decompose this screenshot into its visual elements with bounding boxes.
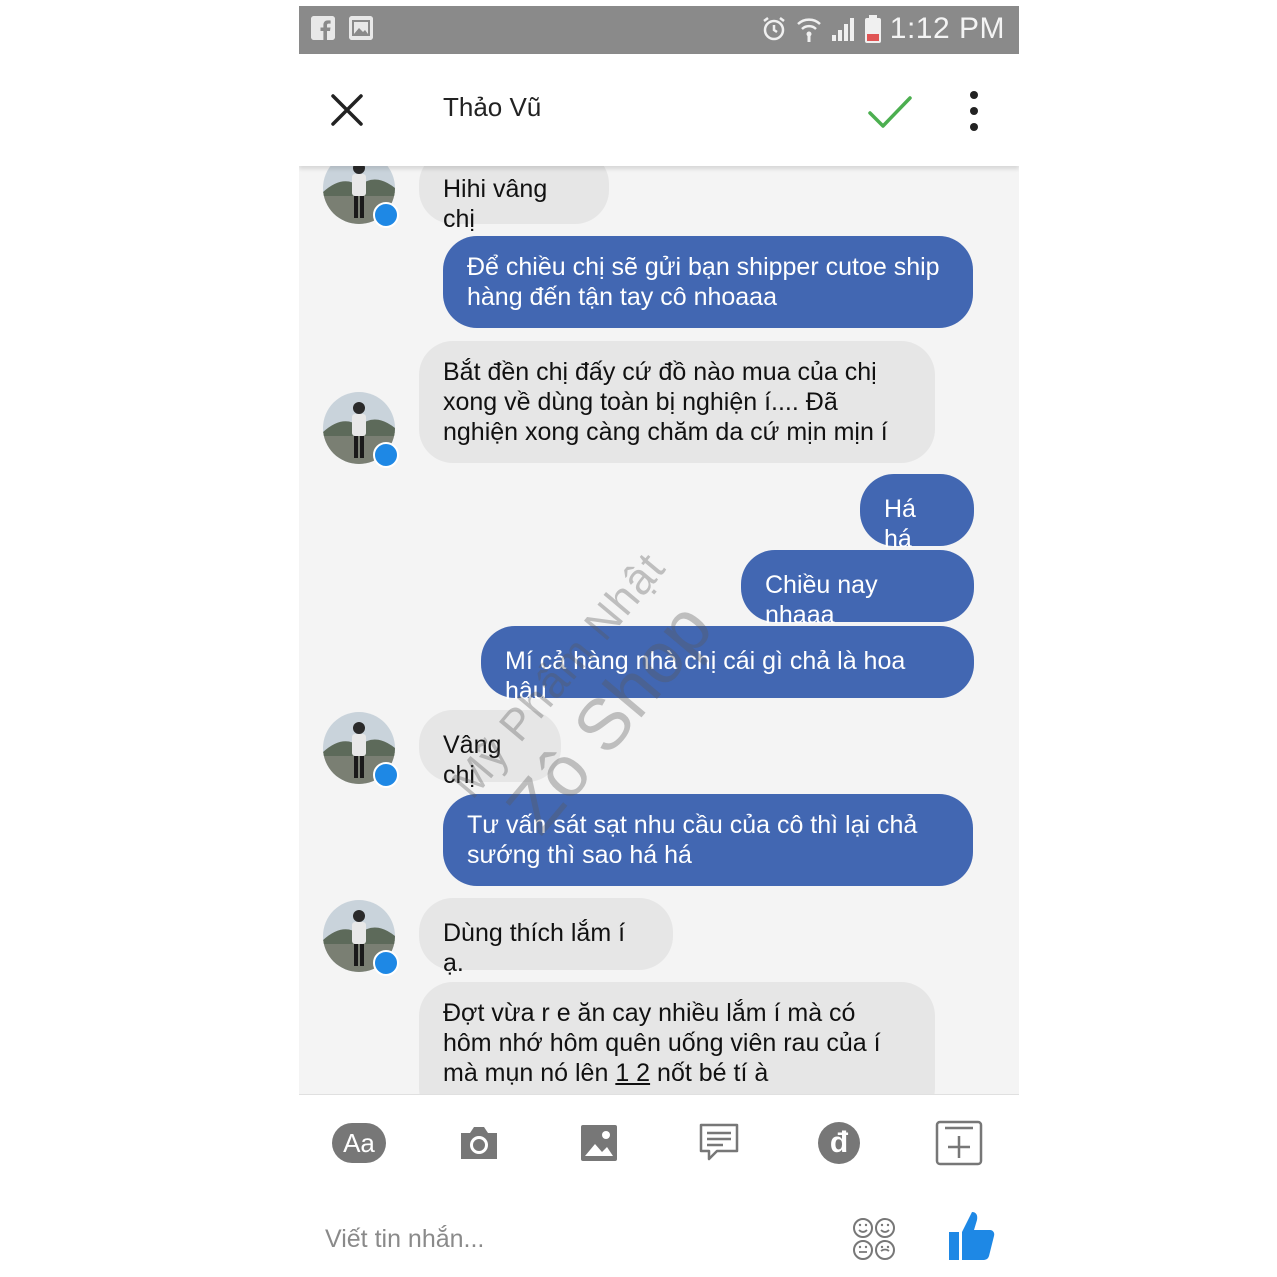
- more-vertical-icon: [970, 91, 978, 131]
- message-bubble-outgoing[interactable]: Để chiều chị sẽ gửi bạn shipper cutoe sh…: [443, 236, 973, 328]
- payment-symbol: đ: [829, 1126, 849, 1159]
- emoji-button[interactable]: [851, 1216, 897, 1262]
- conversation-header: Thảo Vũ: [299, 54, 1019, 166]
- message-bubble-outgoing[interactable]: Há há: [860, 474, 974, 553]
- close-button[interactable]: [325, 88, 369, 132]
- text-format-label: Aa: [343, 1127, 375, 1158]
- more-plus-icon: [935, 1120, 983, 1166]
- payment-button[interactable]: đ: [811, 1117, 867, 1169]
- image-button[interactable]: [571, 1117, 627, 1169]
- message-bubble-outgoing[interactable]: Tư vấn sát sạt nhu cầu của cô thì lại ch…: [443, 794, 973, 886]
- message-list[interactable]: Hihi vâng chị Để chiều chị sẽ gửi bạn sh…: [299, 166, 1019, 1094]
- more-options-button[interactable]: [959, 88, 989, 134]
- message-bubble-incoming[interactable]: Vâng chị: [419, 710, 561, 789]
- status-left-icons: [311, 16, 373, 40]
- more-plus-button[interactable]: [931, 1117, 987, 1169]
- message-bubble-incoming[interactable]: Bắt đền chị đấy cứ đồ nào mua của chị xo…: [419, 341, 935, 463]
- camera-icon: [461, 1127, 497, 1159]
- emoji-icon: [853, 1218, 895, 1260]
- sticker-message-icon: [699, 1123, 739, 1161]
- like-button[interactable]: [947, 1208, 997, 1264]
- thumbs-up-icon: [949, 1212, 995, 1260]
- messenger-badge-icon: [373, 202, 399, 228]
- battery-icon: [864, 15, 881, 43]
- status-bar: 1:12 PM: [299, 6, 1019, 54]
- messenger-badge-icon: [373, 950, 399, 976]
- message-text: nốt bé tí à: [650, 1059, 769, 1087]
- image-icon: [581, 1125, 617, 1161]
- status-right-icons: 1:12 PM: [760, 12, 1005, 46]
- sticker-message-button[interactable]: [691, 1117, 747, 1169]
- message-bubble-incoming[interactable]: Hihi vâng chị: [419, 166, 609, 233]
- confirm-button[interactable]: [865, 86, 915, 136]
- message-input[interactable]: [323, 1218, 807, 1260]
- camera-button[interactable]: [451, 1117, 507, 1169]
- message-bubble-outgoing[interactable]: Chiều nay nhaaa: [741, 550, 974, 629]
- text-format-button[interactable]: Aa: [331, 1117, 387, 1169]
- message-bubble-outgoing[interactable]: Mí cả hàng nhà chị cái gì chả là hoa hậu: [481, 626, 974, 705]
- message-bubble-incoming[interactable]: Dùng thích lắm í ạ.: [419, 898, 673, 977]
- signal-icon: [831, 18, 854, 41]
- gallery-icon: [349, 16, 373, 40]
- close-icon: [331, 94, 363, 126]
- message-bubble-incoming[interactable]: Đợt vừa r e ăn cay nhiều lắm í mà có hôm…: [419, 982, 935, 1094]
- conversation-title: Thảo Vũ: [443, 92, 542, 122]
- message-link-numbers[interactable]: 1 2: [615, 1059, 650, 1087]
- composer-toolbar: Aa đ: [299, 1094, 1019, 1195]
- messenger-badge-icon: [373, 442, 399, 468]
- wifi-icon: [796, 18, 821, 42]
- alarm-icon: [763, 17, 785, 41]
- phone-screen: 1:12 PM Thảo Vũ Hihi vâng chị Để chiều c…: [299, 6, 1019, 1277]
- messenger-badge-icon: [373, 762, 399, 788]
- status-time: 1:12 PM: [889, 12, 1005, 45]
- checkmark-icon: [868, 96, 912, 128]
- facebook-icon: [311, 16, 335, 40]
- message-composer: [299, 1194, 1019, 1277]
